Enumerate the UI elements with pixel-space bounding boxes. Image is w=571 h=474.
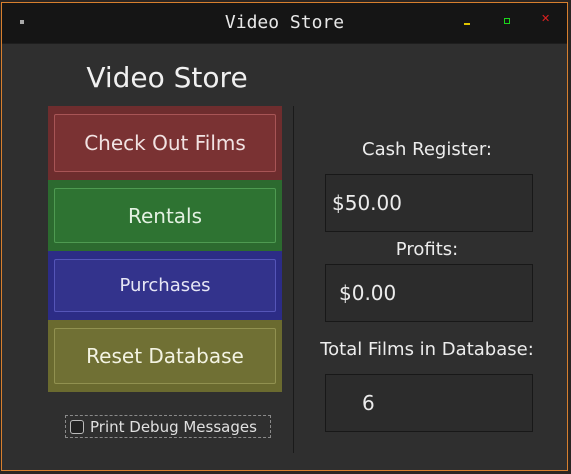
- check-out-films-button[interactable]: Check Out Films: [54, 114, 276, 172]
- debug-checkbox-row[interactable]: Print Debug Messages: [65, 415, 271, 438]
- profits-field: $0.00: [325, 264, 533, 322]
- cash-register-label: Cash Register:: [362, 139, 492, 160]
- total-films-label: Total Films in Database:: [320, 339, 534, 360]
- cash-register-value: $50.00: [332, 191, 402, 215]
- vertical-divider: [293, 106, 294, 453]
- total-films-value: 6: [362, 391, 375, 415]
- debug-checkbox-label: Print Debug Messages: [90, 417, 257, 436]
- cash-register-field: $50.00: [325, 174, 533, 232]
- total-films-field: 6: [325, 374, 533, 432]
- app-window: Video Store Video Store Check Out Films …: [1, 2, 568, 471]
- minimize-icon[interactable]: [462, 15, 474, 27]
- purchases-button[interactable]: Purchases: [54, 259, 276, 312]
- maximize-icon[interactable]: [501, 15, 513, 27]
- profits-label: Profits:: [395, 239, 459, 260]
- profits-value: $0.00: [339, 281, 397, 305]
- close-icon[interactable]: [540, 12, 552, 27]
- reset-panel: Reset Database: [48, 320, 282, 392]
- page-title: Video Store: [86, 61, 248, 94]
- rentals-panel: Rentals: [48, 180, 282, 251]
- reset-database-button[interactable]: Reset Database: [54, 328, 276, 384]
- debug-checkbox[interactable]: [70, 419, 84, 434]
- rentals-button[interactable]: Rentals: [54, 188, 276, 243]
- title-bar[interactable]: Video Store: [2, 3, 567, 44]
- purchases-panel: Purchases: [48, 251, 282, 320]
- check-out-panel: Check Out Films: [48, 106, 282, 180]
- window-title: Video Store: [224, 12, 345, 33]
